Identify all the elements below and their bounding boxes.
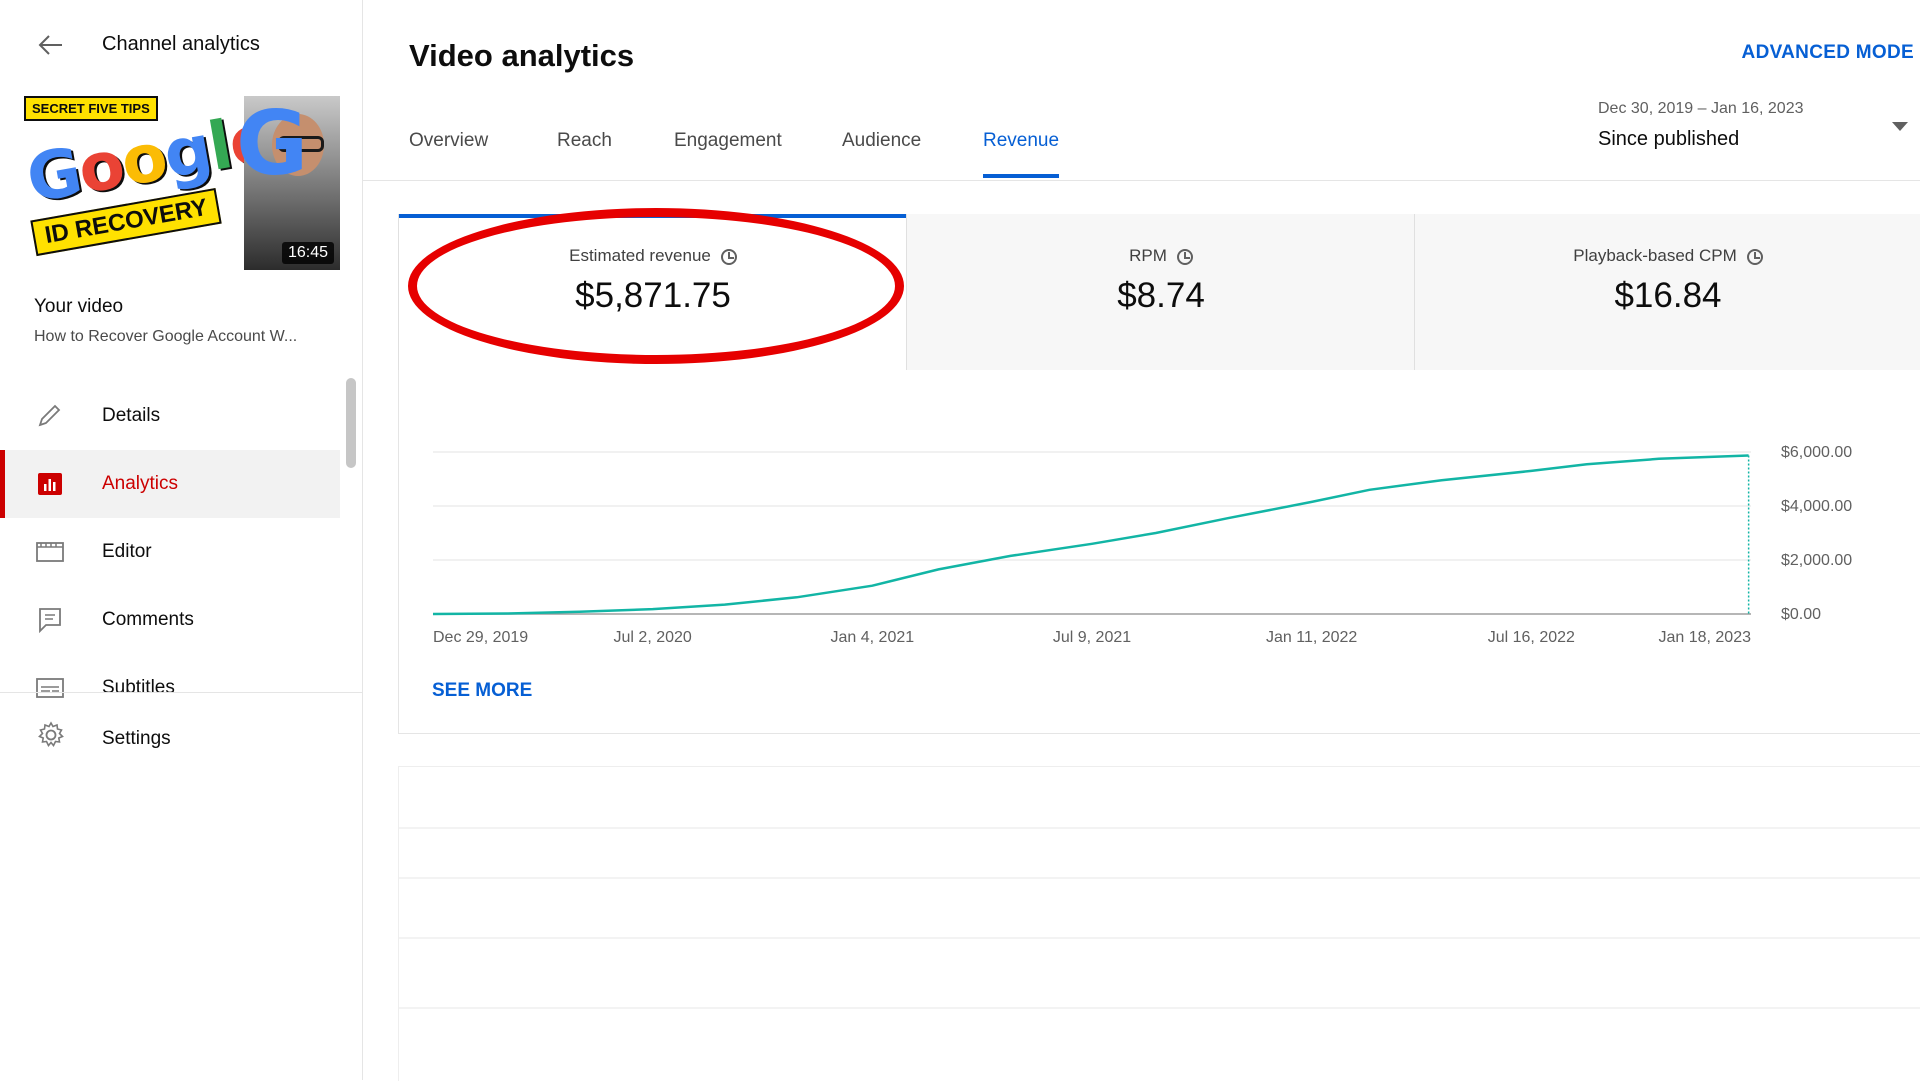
back-arrow-icon[interactable] xyxy=(36,30,66,60)
metric-label-row: RPM xyxy=(907,246,1415,266)
subtitles-icon xyxy=(36,675,64,701)
sidebar-item-label: Details xyxy=(102,405,160,427)
loading-placeholder xyxy=(398,766,1920,1081)
date-dropdown-icon[interactable] xyxy=(1892,122,1908,131)
placeholder-line xyxy=(399,827,1920,829)
date-range-text[interactable]: Dec 30, 2019 – Jan 16, 2023 xyxy=(1598,100,1804,118)
y-tick-label: $4,000.00 xyxy=(1781,498,1852,515)
sidebar-item-label: Editor xyxy=(102,541,152,563)
analytics-icon xyxy=(36,471,64,497)
tab-audience[interactable]: Audience xyxy=(842,130,921,180)
x-tick-label: Dec 29, 2019 xyxy=(433,629,528,646)
sidebar-scrollbar[interactable] xyxy=(346,378,356,468)
video-title: How to Recover Google Account W... xyxy=(34,328,334,346)
x-tick-label: Jan 18, 2023 xyxy=(1658,629,1751,646)
sidebar-item-label: Subtitles xyxy=(102,677,175,699)
sidebar-item-label: Comments xyxy=(102,609,194,631)
sidebar-item-editor[interactable]: Editor xyxy=(0,518,340,586)
sidebar-item-settings[interactable]: Settings xyxy=(0,706,340,766)
sidebar-item-comments[interactable]: Comments xyxy=(0,586,340,654)
tab-reach[interactable]: Reach xyxy=(557,130,612,180)
metric-card-estimated-revenue[interactable]: Estimated revenue $5,871.75 xyxy=(398,214,907,370)
metric-cards: Estimated revenue $5,871.75 RPM $8.74 Pl… xyxy=(398,214,1920,370)
sidebar: Channel analytics SECRET FIVE TIPS Googl… xyxy=(0,0,363,1080)
your-video-label: Your video xyxy=(34,296,123,318)
placeholder-line xyxy=(399,937,1920,939)
metric-card-playback-cpm[interactable]: Playback-based CPM $16.84 xyxy=(1414,214,1920,370)
page-title: Video analytics xyxy=(409,38,634,74)
settings-label: Settings xyxy=(102,728,171,750)
metric-label: Playback-based CPM xyxy=(1573,246,1736,265)
revenue-chart-panel: $6,000.00 $4,000.00 $2,000.00 $0.00 Dec 29, … xyxy=(398,370,1920,734)
revenue-series-line xyxy=(433,456,1749,615)
placeholder-line xyxy=(399,877,1920,879)
metric-label-row: Estimated revenue xyxy=(399,246,907,266)
sidebar-item-details[interactable]: Details xyxy=(0,382,340,450)
pencil-icon xyxy=(36,403,64,429)
thumbnail-big-g: G xyxy=(236,92,308,195)
comments-icon xyxy=(36,607,64,633)
placeholder-line xyxy=(399,1007,1920,1009)
channel-analytics-title: Channel analytics xyxy=(102,33,260,56)
metric-value: $16.84 xyxy=(1415,276,1920,316)
metric-label: Estimated revenue xyxy=(569,246,711,265)
sidebar-divider xyxy=(0,692,362,693)
x-tick-label: Jan 4, 2021 xyxy=(831,629,915,646)
y-tick-label: $0.00 xyxy=(1781,606,1821,623)
editor-icon xyxy=(36,539,64,565)
video-thumbnail[interactable]: SECRET FIVE TIPS Google ID RECOVERY G 16… xyxy=(22,92,340,270)
metric-label-row: Playback-based CPM xyxy=(1415,246,1920,266)
y-tick-label: $2,000.00 xyxy=(1781,552,1852,569)
thumbnail-tag: SECRET FIVE TIPS xyxy=(24,96,158,121)
sidebar-nav: Details Analytics Editor Comments Subtit… xyxy=(0,382,340,722)
x-tick-label: Jul 16, 2022 xyxy=(1488,629,1575,646)
metric-label: RPM xyxy=(1129,246,1167,265)
sidebar-item-label: Analytics xyxy=(102,473,178,495)
see-more-link[interactable]: SEE MORE xyxy=(432,680,532,702)
x-tick-label: Jan 11, 2022 xyxy=(1266,629,1357,646)
y-tick-label: $6,000.00 xyxy=(1781,444,1852,461)
tab-engagement[interactable]: Engagement xyxy=(674,130,782,180)
metric-card-rpm[interactable]: RPM $8.74 xyxy=(906,214,1415,370)
metric-value: $8.74 xyxy=(907,276,1415,316)
clock-icon xyxy=(1177,249,1193,265)
gear-icon xyxy=(36,720,66,750)
sidebar-header: Channel analytics xyxy=(0,0,362,92)
tab-revenue[interactable]: Revenue xyxy=(983,130,1059,180)
clock-icon xyxy=(1747,249,1763,265)
metric-value: $5,871.75 xyxy=(399,276,907,316)
sidebar-item-analytics[interactable]: Analytics xyxy=(0,450,340,518)
tabs-divider xyxy=(362,180,1920,181)
revenue-line-chart[interactable]: $6,000.00 $4,000.00 $2,000.00 $0.00 Dec 29, … xyxy=(399,370,1919,670)
clock-icon xyxy=(721,249,737,265)
x-tick-label: Jul 9, 2021 xyxy=(1053,629,1131,646)
date-range-label[interactable]: Since published xyxy=(1598,128,1739,151)
tab-overview[interactable]: Overview xyxy=(409,130,488,180)
advanced-mode-button[interactable]: ADVANCED MODE xyxy=(1742,42,1914,64)
video-duration: 16:45 xyxy=(282,242,334,264)
x-tick-label: Jul 2, 2020 xyxy=(614,629,692,646)
